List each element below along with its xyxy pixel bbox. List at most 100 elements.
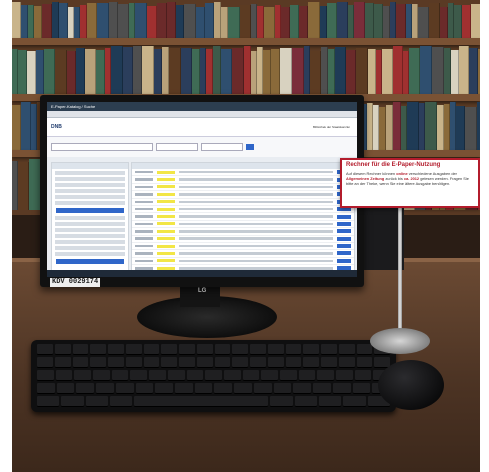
key[interactable] (285, 357, 302, 368)
result-row[interactable] (132, 206, 354, 214)
key[interactable] (37, 370, 54, 381)
open-button[interactable] (337, 214, 351, 219)
filter-item[interactable] (55, 171, 125, 175)
filter-item[interactable] (55, 189, 125, 193)
key[interactable] (343, 396, 366, 407)
key[interactable] (338, 357, 355, 368)
filter-item[interactable] (55, 240, 125, 244)
key[interactable] (196, 344, 213, 355)
key[interactable] (155, 383, 174, 394)
key[interactable] (135, 383, 154, 394)
key[interactable] (108, 344, 124, 355)
result-row[interactable] (132, 184, 354, 192)
key[interactable] (336, 370, 353, 381)
key[interactable] (261, 370, 278, 381)
key[interactable] (223, 370, 241, 381)
result-row[interactable] (132, 221, 354, 229)
open-button[interactable] (337, 251, 351, 256)
filter-item[interactable] (55, 222, 125, 226)
key[interactable] (298, 370, 316, 381)
filter-item[interactable] (55, 252, 125, 256)
key[interactable] (72, 344, 89, 355)
key[interactable] (96, 383, 114, 394)
key[interactable] (115, 383, 134, 394)
result-row[interactable] (132, 176, 354, 184)
filter-item[interactable] (55, 228, 125, 232)
search-select[interactable] (156, 143, 198, 151)
result-row[interactable] (132, 199, 354, 206)
key[interactable] (161, 344, 177, 355)
key[interactable] (143, 357, 160, 368)
key[interactable] (55, 370, 73, 381)
key[interactable] (93, 370, 110, 381)
key[interactable] (149, 370, 166, 381)
key[interactable] (111, 370, 129, 381)
browser-address-bar[interactable] (47, 111, 357, 118)
filter-item[interactable] (55, 216, 125, 220)
key[interactable] (186, 370, 204, 381)
key[interactable] (270, 396, 293, 407)
search-button[interactable] (246, 144, 254, 150)
key[interactable] (313, 383, 331, 394)
key[interactable] (167, 370, 185, 381)
key[interactable] (279, 370, 297, 381)
result-row[interactable] (132, 236, 354, 243)
result-row[interactable] (132, 250, 354, 258)
key[interactable] (194, 383, 213, 394)
key[interactable] (90, 357, 106, 368)
key[interactable] (37, 357, 53, 368)
key[interactable] (76, 383, 95, 394)
result-row[interactable] (132, 191, 354, 199)
key[interactable] (214, 383, 233, 394)
key[interactable] (253, 383, 272, 394)
key[interactable] (130, 370, 148, 381)
key[interactable] (232, 344, 248, 355)
result-row[interactable] (132, 213, 354, 221)
key[interactable] (356, 344, 373, 355)
filter-item[interactable] (55, 234, 125, 238)
filter-item[interactable] (55, 183, 125, 187)
key[interactable] (338, 344, 355, 355)
key[interactable] (90, 344, 106, 355)
key[interactable] (179, 344, 195, 355)
filter-apply-button[interactable] (56, 208, 124, 213)
key[interactable] (108, 357, 124, 368)
key[interactable] (273, 383, 292, 394)
key[interactable] (85, 396, 108, 407)
open-button[interactable] (337, 236, 351, 241)
filter-item[interactable] (55, 201, 125, 205)
key[interactable] (285, 344, 302, 355)
key[interactable] (179, 357, 195, 368)
key[interactable] (318, 396, 342, 407)
key[interactable] (317, 370, 334, 381)
filter-item[interactable] (55, 195, 125, 199)
filter-item[interactable] (55, 177, 125, 181)
key[interactable] (267, 344, 284, 355)
result-row[interactable] (132, 228, 354, 236)
monitor-screen[interactable]: E-Paper-Katalog / Suche DNB Bibliothek d… (47, 102, 357, 277)
key[interactable] (175, 383, 193, 394)
key[interactable] (232, 357, 248, 368)
key[interactable] (143, 344, 160, 355)
key[interactable] (74, 370, 92, 381)
result-row[interactable] (132, 243, 354, 251)
key[interactable] (354, 370, 372, 381)
key[interactable] (61, 396, 84, 407)
key[interactable] (196, 357, 213, 368)
key[interactable] (54, 357, 71, 368)
key[interactable] (303, 357, 319, 368)
search-input[interactable] (51, 143, 153, 151)
key[interactable] (134, 396, 269, 407)
key[interactable] (205, 370, 222, 381)
open-button[interactable] (337, 244, 351, 249)
key[interactable] (303, 344, 319, 355)
keyboard[interactable] (31, 340, 396, 412)
key[interactable] (356, 357, 373, 368)
key[interactable] (250, 344, 266, 355)
key[interactable] (161, 357, 177, 368)
key[interactable] (250, 357, 266, 368)
key[interactable] (125, 344, 142, 355)
key[interactable] (234, 383, 252, 394)
key[interactable] (37, 383, 55, 394)
key[interactable] (37, 344, 53, 355)
